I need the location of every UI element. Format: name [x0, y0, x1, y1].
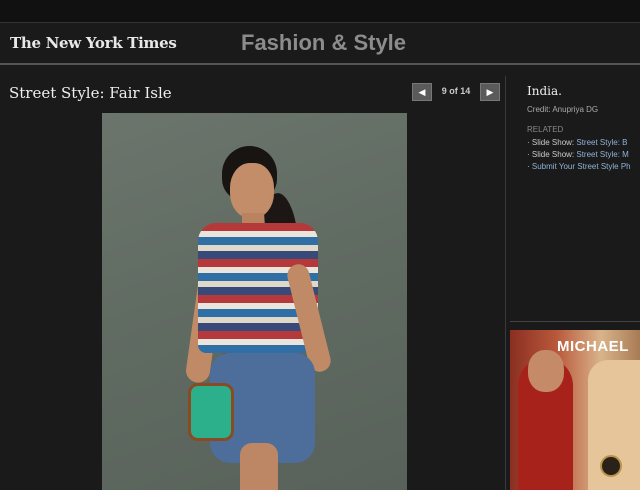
column-divider [505, 76, 506, 490]
ad-brand: MICHAEL [557, 338, 629, 355]
next-button[interactable]: ▶ [480, 83, 500, 101]
related-link[interactable]: Street Style: M [576, 150, 628, 159]
arrow-right-icon: ▶ [486, 87, 494, 97]
previous-button[interactable]: ◀ [412, 83, 432, 101]
related-link[interactable]: Street Style: B [576, 138, 627, 147]
related-heading: RELATED [527, 125, 564, 134]
related-item: · Slide Show: Street Style: M [527, 150, 629, 159]
arrow-left-icon: ◀ [418, 87, 426, 97]
related-list: · Slide Show: Street Style: B · Slide Sh… [527, 137, 640, 173]
nyt-logo[interactable]: The New York Times [10, 34, 177, 52]
slideshow-title: Street Style: Fair Isle [9, 84, 172, 102]
ad-divider [510, 321, 640, 322]
related-link[interactable]: Submit Your Street Style Ph [532, 162, 631, 171]
browser-top-strip [0, 0, 640, 23]
masthead: The New York Times Fashion & Style [0, 23, 640, 65]
slideshow-photo[interactable] [102, 113, 407, 490]
related-item: · Slide Show: Street Style: B [527, 138, 628, 147]
section-title: Fashion & Style [241, 30, 407, 55]
photo-credit: Credit: Anupriya DG [527, 105, 599, 114]
advertisement[interactable]: MICHAEL [510, 330, 640, 490]
watch-icon [600, 455, 622, 477]
slide-counter: 9 of 14 [441, 86, 471, 96]
photo-caption: India. [527, 84, 562, 98]
related-item: · Submit Your Street Style Ph [527, 162, 631, 171]
